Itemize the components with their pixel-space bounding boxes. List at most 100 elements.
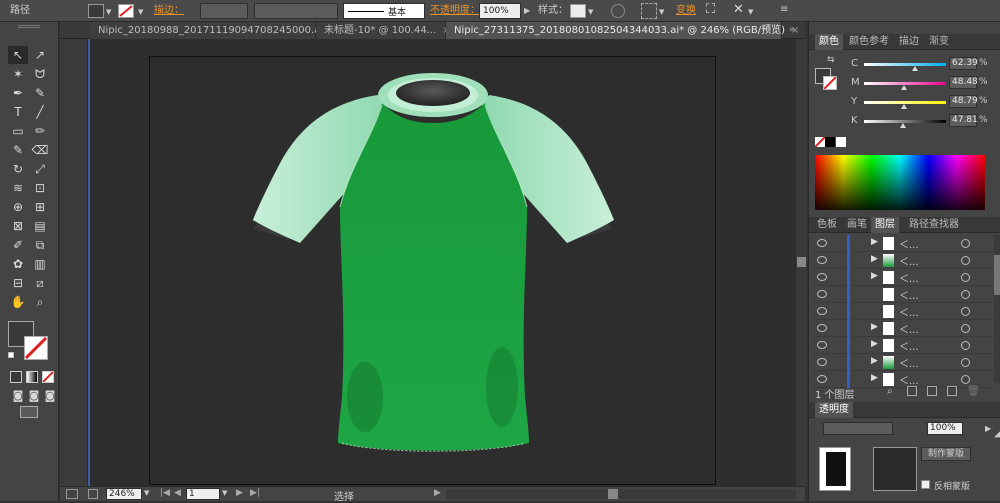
line-tool-icon[interactable]: ╱ — [30, 103, 50, 121]
locate-object-icon[interactable]: ⌕ — [887, 386, 893, 397]
channel-value-input[interactable]: 48.48 — [949, 76, 978, 89]
target-circle-icon[interactable] — [961, 358, 970, 367]
zoom-dropdown-icon[interactable]: ▼ — [144, 489, 149, 497]
next-artboard-icon[interactable]: ▶ — [236, 488, 243, 498]
vertical-scrollbar[interactable] — [795, 39, 807, 486]
opacity-input[interactable]: 100% — [479, 3, 521, 19]
page-dropdown-icon[interactable]: ▼ — [222, 489, 227, 497]
direct-selection-tool-icon[interactable]: ↗ — [30, 46, 50, 64]
tab-swatches[interactable]: 色板 — [813, 217, 841, 233]
visibility-eye-icon[interactable] — [817, 256, 827, 264]
shape-builder-icon[interactable]: ⊕ — [8, 198, 28, 216]
none-swatch[interactable] — [814, 136, 826, 148]
opacity-chevron-icon[interactable]: ▶ — [524, 6, 530, 15]
default-colors-icon[interactable] — [8, 352, 14, 358]
curvature-icon[interactable]: ✎ — [30, 84, 50, 102]
magic-wand-icon[interactable]: ✶ — [8, 65, 28, 83]
mesh-icon[interactable]: ⊠ — [8, 217, 28, 235]
layer-row[interactable]: ＜... — [813, 286, 993, 303]
stroke-color-box[interactable] — [24, 336, 48, 360]
vertical-ruler[interactable] — [60, 39, 88, 486]
tab-document-3[interactable]: Nipic_27311375_20180801082504344033.ai* … — [446, 22, 799, 39]
transparency-opacity-input[interactable]: 100% — [927, 422, 963, 435]
free-transform-icon[interactable]: ⊡ — [30, 179, 50, 197]
lasso-icon[interactable]: ᗢ — [30, 65, 50, 83]
color-stroke-box[interactable] — [823, 76, 837, 90]
layer-row[interactable]: ▶ ＜... — [813, 269, 993, 286]
first-artboard-icon[interactable]: |◀ — [160, 488, 170, 498]
make-mask-button[interactable]: 制作蒙版 — [921, 447, 971, 461]
target-circle-icon[interactable] — [961, 375, 970, 384]
status-menu-icon[interactable]: ▶ — [434, 488, 441, 498]
artboard[interactable] — [149, 56, 716, 485]
new-sublayer-icon[interactable] — [927, 386, 937, 396]
zoom-input[interactable]: 246% — [106, 488, 142, 500]
eraser-icon[interactable]: ⌫ — [30, 141, 50, 159]
perspective-icon[interactable]: ⊞ — [30, 198, 50, 216]
delete-layer-icon[interactable]: 🗑 — [967, 386, 980, 397]
tshirt-artwork[interactable] — [150, 57, 717, 486]
align-icon[interactable] — [641, 3, 657, 19]
gradient-icon[interactable]: ▤ — [30, 217, 50, 235]
opacity-label[interactable]: 不透明度： — [430, 4, 480, 18]
expand-arrow-icon[interactable]: ▶ — [871, 373, 878, 383]
symbol-sprayer-icon[interactable]: ✿ — [8, 255, 28, 273]
layer-name[interactable]: ＜... — [899, 253, 919, 268]
eyedropper-icon[interactable]: ✐ — [8, 236, 28, 254]
slice-icon[interactable]: ⧄ — [30, 274, 50, 292]
white-swatch[interactable] — [836, 137, 846, 147]
vertical-scroll-thumb[interactable] — [797, 257, 806, 267]
expand-arrow-icon[interactable]: ▶ — [871, 237, 878, 247]
paintbrush-icon[interactable]: ✏ — [30, 122, 50, 140]
expand-arrow-icon[interactable]: ▶ — [871, 254, 878, 264]
tab-color-guide[interactable]: 颜色参考 — [845, 34, 893, 50]
channel-slider-handle[interactable] — [900, 123, 907, 128]
tab-brushes[interactable]: 画笔 — [843, 217, 871, 233]
fill-dropdown-icon[interactable]: ▼ — [106, 8, 111, 16]
panel-collapse-icon[interactable]: ◢ — [994, 426, 1000, 439]
panel-menu-icon[interactable]: ≡ — [780, 4, 792, 16]
tab-stroke[interactable]: 描边 — [895, 34, 923, 50]
prev-artboard-icon[interactable]: ◀ — [174, 488, 181, 498]
scale-icon[interactable]: ⤢ — [30, 160, 50, 178]
isolate-icon[interactable]: ⛶ — [706, 2, 715, 17]
black-swatch[interactable] — [825, 137, 835, 147]
layer-name[interactable]: ＜... — [899, 321, 919, 336]
transform-link[interactable]: 变换 — [676, 4, 696, 18]
graphic-style-swatch[interactable] — [570, 4, 586, 18]
new-doc-icon[interactable] — [88, 489, 98, 499]
graph-icon[interactable]: ▥ — [30, 255, 50, 273]
zoom-icon[interactable]: ⌕ — [30, 293, 50, 311]
target-circle-icon[interactable] — [961, 290, 970, 299]
tab-layers[interactable]: 图层 — [871, 217, 899, 233]
stroke-label[interactable]: 描边： — [154, 4, 184, 18]
arrange-dropdown-icon[interactable]: ▼ — [748, 8, 753, 16]
invert-mask-checkbox[interactable] — [921, 480, 930, 489]
pencil-icon[interactable]: ✎ — [8, 141, 28, 159]
guide-line[interactable] — [88, 39, 90, 486]
variable-width-profile[interactable] — [254, 3, 338, 19]
expand-arrow-icon[interactable]: ▶ — [871, 356, 878, 366]
stroke-swatch[interactable] — [118, 4, 134, 18]
selection-tool-icon[interactable]: ↖ — [8, 46, 28, 64]
rotate-icon[interactable]: ↻ — [8, 160, 28, 178]
target-circle-icon[interactable] — [961, 341, 970, 350]
visibility-eye-icon[interactable] — [817, 375, 827, 383]
expand-arrow-icon[interactable]: ▶ — [871, 339, 878, 349]
tab-color[interactable]: 颜色 — [815, 34, 843, 50]
gradient-mode-icon[interactable] — [26, 371, 38, 383]
recolor-artwork-icon[interactable] — [611, 4, 625, 18]
tab-transparency[interactable]: 透明度 — [815, 402, 853, 418]
last-artboard-icon[interactable]: ▶| — [250, 488, 260, 498]
layer-row[interactable]: ▶ ＜... — [813, 354, 993, 371]
layer-row[interactable]: ＜... — [813, 303, 993, 320]
horizontal-scrollbar[interactable] — [446, 489, 796, 499]
transparency-chevron-icon[interactable]: ▶ — [985, 424, 991, 433]
layer-row[interactable]: ▶ ＜... — [813, 320, 993, 337]
arrange-icon[interactable]: ✕ — [733, 2, 744, 17]
artboard-nav-icon[interactable] — [66, 489, 78, 499]
tab-pathfinder[interactable]: 路径查找器 — [905, 217, 963, 233]
object-thumbnail[interactable] — [819, 447, 851, 491]
draw-inside-icon[interactable]: ◙ — [40, 387, 60, 405]
layer-name[interactable]: ＜... — [899, 338, 919, 353]
